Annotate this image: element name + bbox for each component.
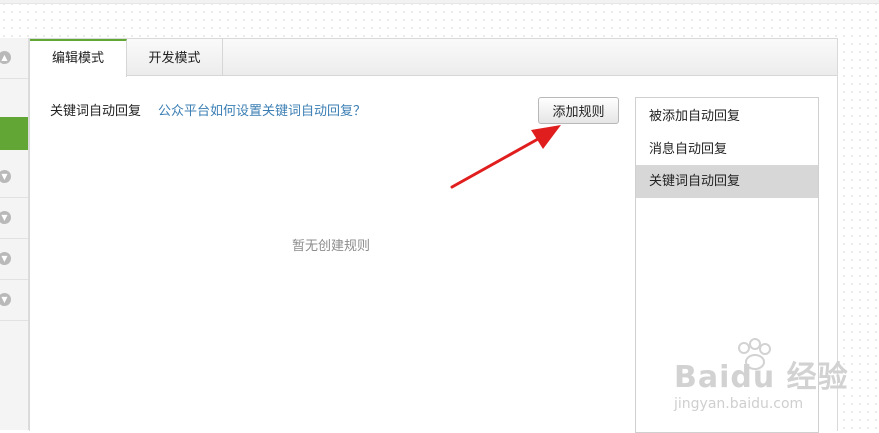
paw-logo-icon bbox=[738, 338, 771, 370]
watermark-logo: Baidu 经验 bbox=[674, 360, 849, 395]
watermark-url: jingyan.baidu.com bbox=[674, 396, 804, 412]
baidu-watermark: Baidu 经验 jingyan.baidu.com bbox=[674, 330, 874, 412]
